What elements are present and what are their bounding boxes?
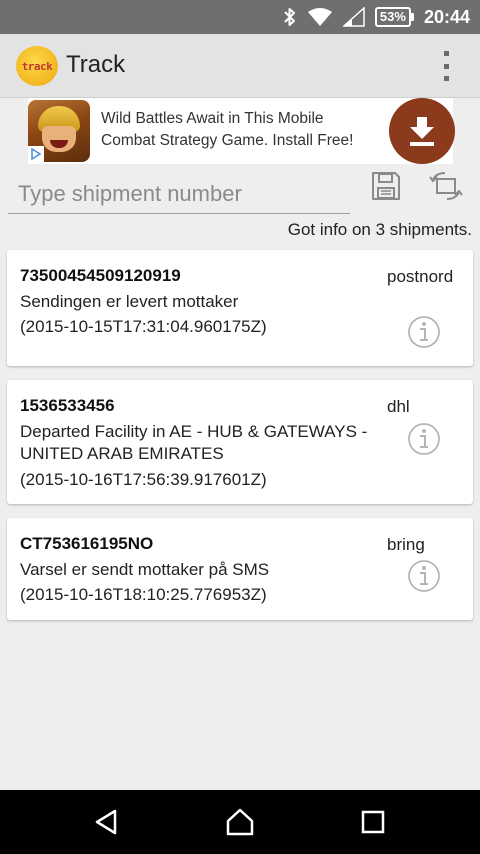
ad-banner[interactable]: Wild Battles Await in This Mobile Combat… xyxy=(28,98,455,164)
shipment-timestamp: (2015-10-16T18:10:25.776953Z) xyxy=(20,585,267,604)
shipment-timestamp: (2015-10-16T17:56:39.917601Z) xyxy=(20,470,267,489)
tracking-number: CT753616195NO xyxy=(20,534,154,553)
carrier-name: postnord xyxy=(387,267,454,286)
shipment-status: Varsel er sendt mottaker på SMS xyxy=(20,560,270,579)
status-bar: 53% 20:44 xyxy=(0,0,480,34)
app-title: Track xyxy=(66,51,126,78)
recents-icon[interactable] xyxy=(353,802,393,842)
save-icon[interactable] xyxy=(370,170,402,207)
ad-text[interactable]: Wild Battles Await in This Mobile Combat… xyxy=(101,108,371,152)
shipment-status: Departed Facility in AE - HUB & GATEWAYS… xyxy=(20,422,368,463)
app-logo: track xyxy=(16,46,58,86)
download-icon[interactable] xyxy=(389,98,455,164)
shipment-card[interactable]: CT753616195NO Varsel er sendt mottaker p… xyxy=(7,518,473,620)
tracking-number: 73500454509120919 xyxy=(20,266,181,285)
cell-signal-icon xyxy=(342,7,365,27)
info-icon[interactable] xyxy=(407,315,441,349)
status-icons: 53% 20:44 xyxy=(283,0,480,34)
shipment-status: Sendingen er levert mottaker xyxy=(20,292,239,311)
navigation-bar xyxy=(0,790,480,854)
shipment-card[interactable]: 73500454509120919 Sendingen er levert mo… xyxy=(7,250,473,366)
app-bar: track Track xyxy=(0,34,480,98)
refresh-icon[interactable] xyxy=(428,170,464,207)
tracking-number: 1536533456 xyxy=(20,396,115,415)
bluetooth-icon xyxy=(283,7,297,27)
carrier-name: dhl xyxy=(387,397,410,416)
clock: 20:44 xyxy=(423,6,470,27)
shipment-timestamp: (2015-10-15T17:31:04.960175Z) xyxy=(20,317,267,336)
carrier-name: bring xyxy=(387,535,425,554)
app-logo-text: track xyxy=(21,59,53,73)
home-icon[interactable] xyxy=(220,802,260,842)
info-icon[interactable] xyxy=(407,559,441,593)
shipment-number-input[interactable] xyxy=(8,174,350,214)
wifi-icon xyxy=(307,7,333,27)
battery-percent: 53% xyxy=(374,7,411,27)
overflow-menu-icon[interactable] xyxy=(442,51,450,81)
battery-icon: 53% xyxy=(374,7,414,27)
shipment-card[interactable]: 1536533456 Departed Facility in AE - HUB… xyxy=(7,380,473,504)
ad-choices-icon[interactable] xyxy=(28,146,44,162)
back-icon[interactable] xyxy=(86,802,126,842)
shipment-summary: Got info on 3 shipments. xyxy=(287,220,472,239)
info-icon[interactable] xyxy=(407,422,441,456)
